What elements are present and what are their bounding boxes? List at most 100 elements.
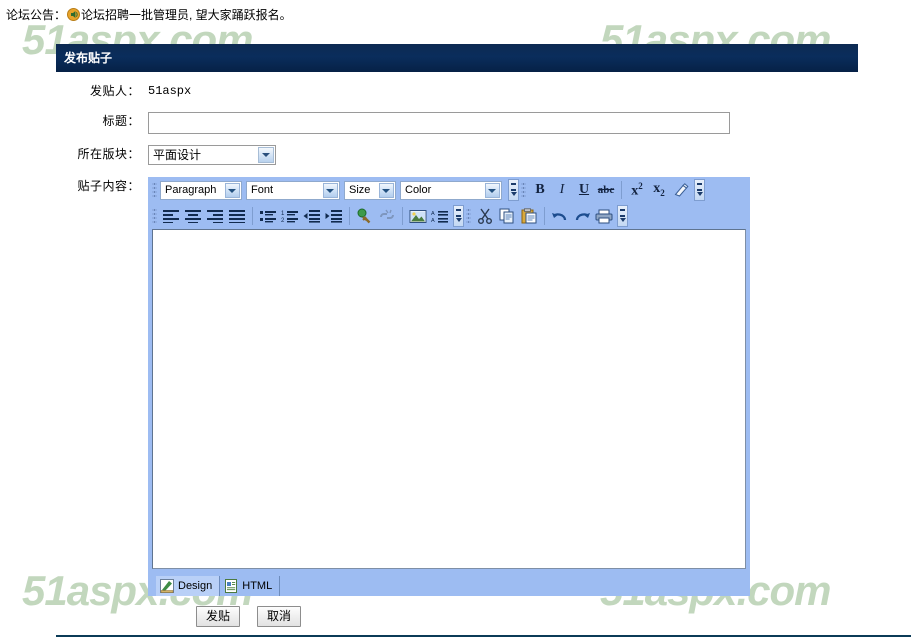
align-right-icon — [207, 210, 223, 223]
bulleted-list-icon — [260, 211, 276, 223]
board-select[interactable]: 平面设计 — [148, 145, 276, 165]
svg-text:A: A — [431, 218, 435, 224]
speaker-icon — [67, 8, 81, 21]
font-size-value: Size — [349, 184, 371, 196]
chevron-down-icon[interactable] — [323, 182, 338, 198]
toolbar-overflow-button-1[interactable] — [508, 179, 519, 201]
submit-post-button[interactable]: 发贴 — [196, 606, 241, 627]
indent-button[interactable] — [323, 205, 345, 227]
paragraph-style-value: Paragraph — [165, 184, 217, 196]
strikethrough-icon: abc — [597, 183, 615, 196]
content-label: 贴子内容： — [77, 179, 140, 193]
toolbar-overflow-button-3[interactable] — [453, 205, 464, 227]
font-color-select[interactable]: Color — [400, 180, 502, 200]
chevron-down-icon[interactable] — [258, 147, 274, 163]
remove-format-button[interactable] — [670, 179, 692, 201]
font-family-select[interactable]: Font — [246, 180, 340, 200]
footer-divider — [56, 635, 911, 637]
printer-icon — [595, 209, 613, 223]
editor-mode-tabs: Design HTML — [148, 572, 750, 596]
align-center-button[interactable] — [182, 205, 204, 227]
undo-button[interactable] — [549, 205, 571, 227]
unlink-icon — [380, 209, 394, 219]
insert-image-button[interactable] — [407, 205, 429, 227]
svg-text:2: 2 — [281, 218, 285, 223]
italic-button[interactable]: I — [551, 179, 573, 201]
toolbar-separator — [349, 207, 350, 225]
font-family-value: Font — [251, 184, 274, 196]
toolbar-grip[interactable] — [466, 207, 471, 225]
redo-button[interactable] — [571, 205, 593, 227]
font-size-select[interactable]: Size — [344, 180, 396, 200]
align-justify-button[interactable] — [226, 205, 248, 227]
chevron-down-icon[interactable] — [225, 182, 240, 198]
toolbar-grip[interactable] — [521, 181, 526, 199]
form-row-board: 所在版块： 平面设计 — [56, 145, 858, 165]
paste-button[interactable] — [518, 205, 540, 227]
title-label: 标题： — [102, 114, 140, 128]
print-button[interactable] — [593, 205, 615, 227]
page-title: 发布贴子 — [56, 44, 858, 72]
tab-design-label: Design — [178, 580, 213, 592]
link-icon — [357, 208, 371, 224]
toolbar-overflow-button-2[interactable] — [694, 179, 705, 201]
poster-value: 51aspx — [148, 84, 192, 98]
underline-icon: U — [578, 182, 590, 197]
undo-icon — [552, 212, 567, 220]
form-actions: 发贴 取消 — [56, 606, 858, 627]
toolbar-grip[interactable] — [152, 207, 157, 225]
align-right-button[interactable] — [204, 205, 226, 227]
cancel-button[interactable]: 取消 — [257, 606, 302, 627]
superscript-icon: x2 — [631, 180, 643, 199]
cut-button[interactable] — [474, 205, 496, 227]
chevron-down-icon[interactable] — [485, 182, 500, 198]
insert-link-button[interactable] — [354, 205, 376, 227]
post-panel: 发布贴子 发贴人： 51aspx 标题： 所在版块： 平面设计 贴子内容： Pa… — [56, 44, 858, 627]
svg-text:A: A — [431, 211, 435, 217]
editor-content-area[interactable] — [152, 229, 746, 569]
bold-button[interactable]: B — [529, 179, 551, 201]
board-select-value: 平面设计 — [153, 148, 202, 162]
toolbar-grip[interactable] — [152, 181, 157, 199]
underline-button[interactable]: U — [573, 179, 595, 201]
bold-icon: B — [535, 182, 545, 197]
strikethrough-button[interactable]: abc — [595, 179, 617, 201]
copy-icon — [499, 208, 514, 224]
italic-icon: I — [559, 182, 565, 197]
form-row-poster: 发贴人： 51aspx — [56, 82, 858, 100]
bulleted-list-button[interactable] — [257, 205, 279, 227]
editor-toolbar-row-2: 1 2 A A — [148, 203, 750, 229]
align-justify-icon — [229, 210, 245, 223]
subscript-button[interactable]: x2 — [648, 179, 670, 201]
toolbar-separator — [621, 181, 622, 199]
toolbar-overflow-button-4[interactable] — [617, 205, 628, 227]
outdent-button[interactable] — [301, 205, 323, 227]
subscript-icon: x2 — [653, 181, 665, 198]
image-icon — [409, 209, 427, 223]
copy-button[interactable] — [496, 205, 518, 227]
font-color-value: Color — [405, 184, 432, 196]
toolbar-separator — [544, 207, 545, 225]
paragraph-style-select[interactable]: Paragraph — [160, 180, 242, 200]
editor-toolbar-row-1: Paragraph Font Size Color B I U abc x2 x… — [148, 177, 750, 203]
align-center-icon — [185, 210, 201, 223]
title-input[interactable] — [148, 112, 730, 134]
toolbar-separator — [402, 207, 403, 225]
indent-icon — [325, 210, 342, 223]
insert-form-button[interactable]: A A — [429, 205, 451, 227]
align-left-icon — [163, 210, 179, 223]
tab-design[interactable]: Design — [156, 576, 221, 596]
numbered-list-button[interactable]: 1 2 — [279, 205, 301, 227]
eraser-icon — [674, 183, 689, 197]
align-left-button[interactable] — [160, 205, 182, 227]
scissors-icon — [478, 208, 492, 224]
chevron-down-icon[interactable] — [379, 182, 394, 198]
outdent-icon — [303, 210, 320, 223]
html-icon — [224, 579, 238, 593]
tab-html[interactable]: HTML — [220, 576, 281, 596]
announcement-label: 论坛公告： — [6, 8, 67, 22]
remove-link-button[interactable] — [376, 205, 398, 227]
form-icon: A A — [431, 210, 448, 224]
announcement-text: 论坛招聘一批管理员, 望大家踊跃报名。 — [81, 8, 292, 22]
superscript-button[interactable]: x2 — [626, 179, 648, 201]
